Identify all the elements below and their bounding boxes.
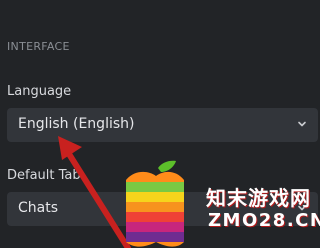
watermark-url: ZMO28.CN [208,210,320,231]
apple-logo-icon [126,160,184,247]
watermark: 知末游戏网 ZMO28.CN [118,158,320,248]
language-select[interactable]: English (English) [7,108,318,142]
chevron-down-icon [298,121,306,127]
watermark-brand-text: 知末游戏网 [206,186,311,210]
language-label: Language [7,84,72,99]
section-header-interface: INTERFACE [7,40,70,53]
default-tab-label: Default Tab [7,168,81,183]
default-tab-select-value: Chats [18,200,59,216]
language-select-value: English (English) [18,116,135,132]
